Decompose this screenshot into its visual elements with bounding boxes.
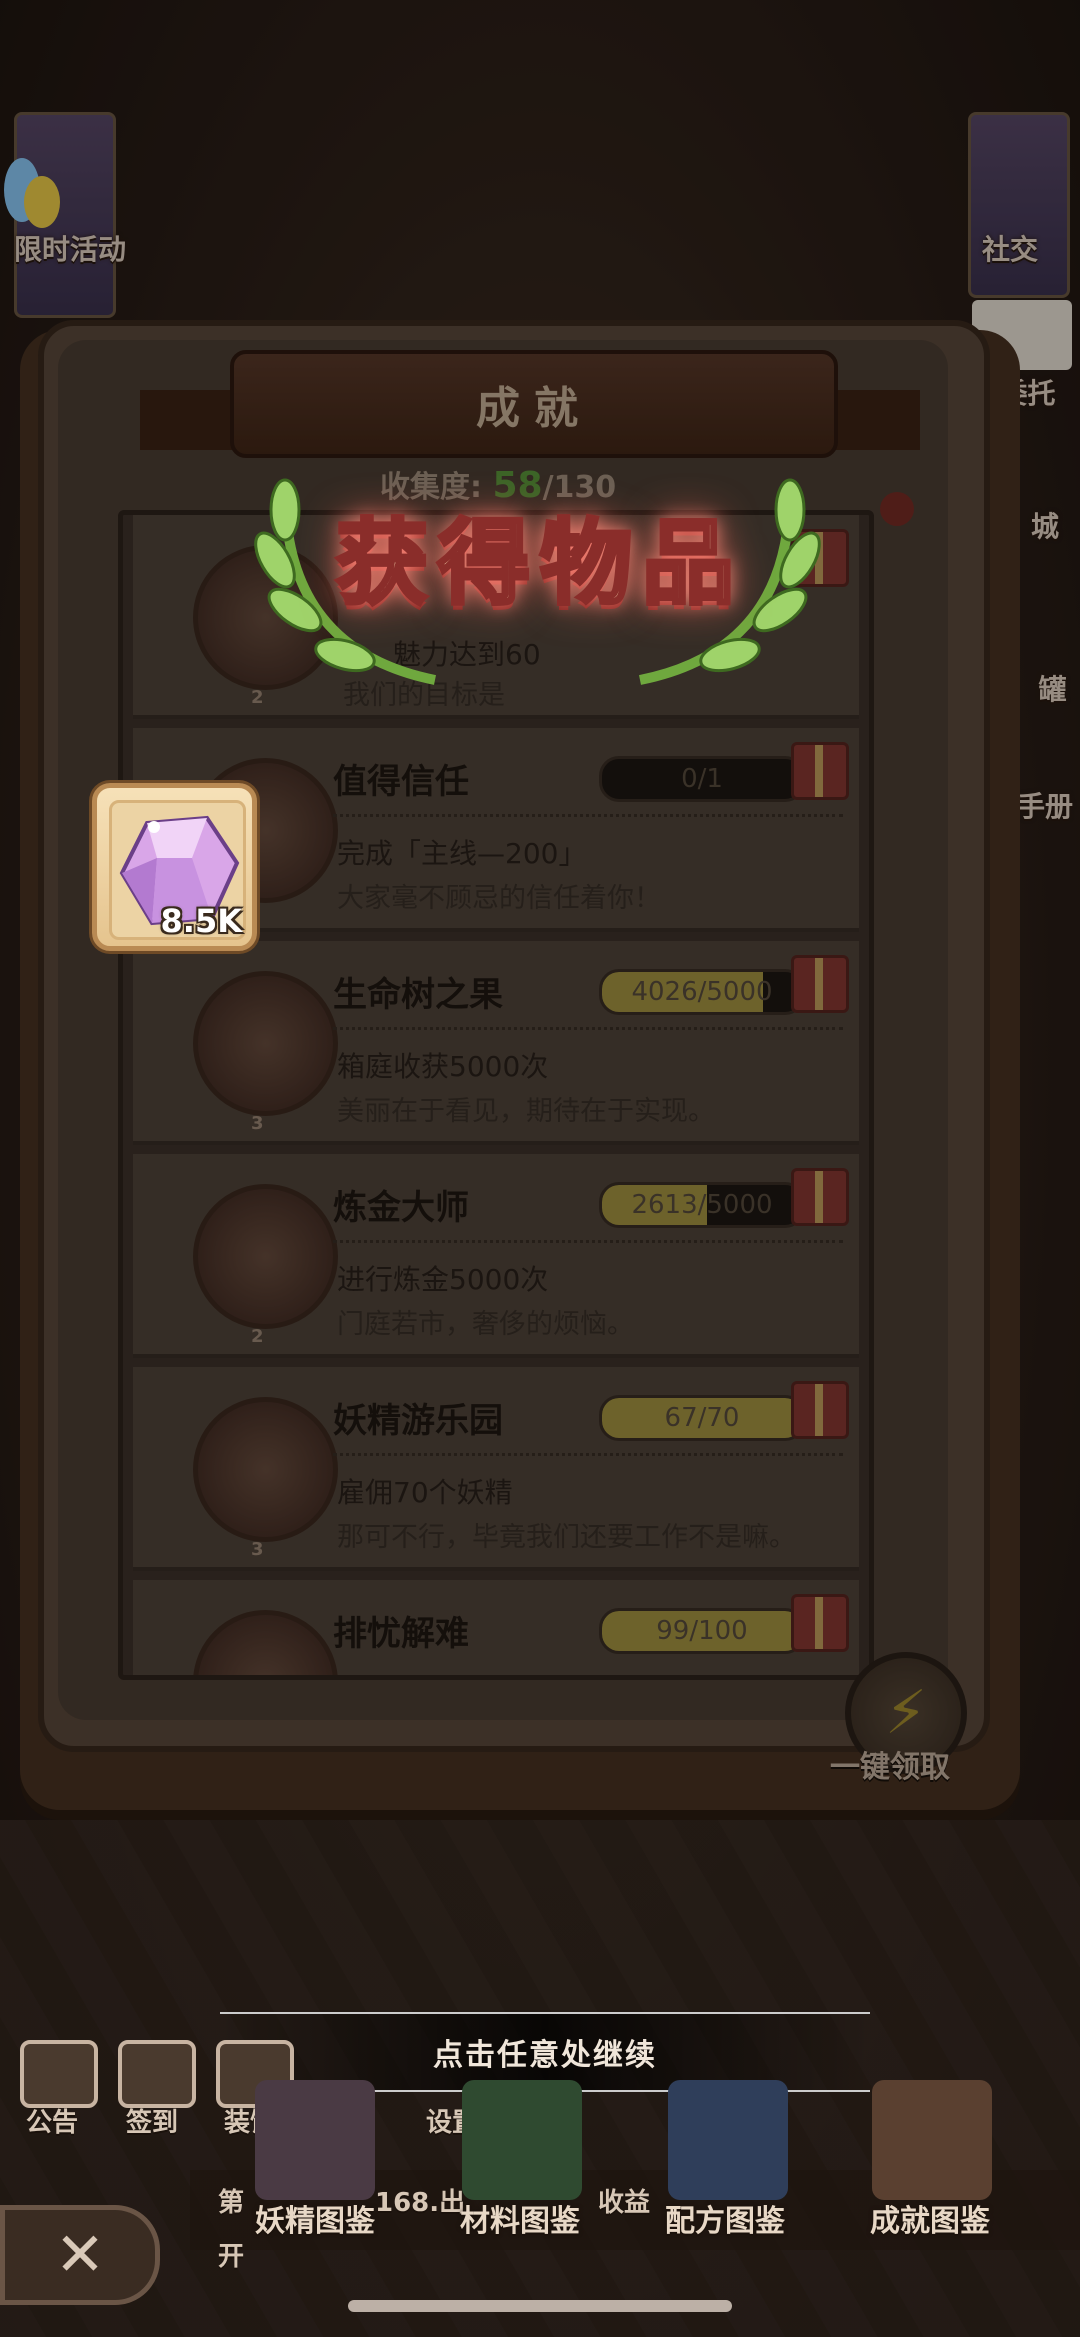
home-indicator[interactable] <box>348 2300 732 2312</box>
modal-dim[interactable] <box>0 0 1080 2337</box>
recipe-book-label[interactable]: 配方图鉴 <box>665 2196 785 2240</box>
obtain-item-title: 获得物品 <box>300 500 780 619</box>
fairy-book-icon[interactable] <box>255 2080 375 2200</box>
material-book-icon[interactable] <box>462 2080 582 2200</box>
close-icon: ✕ <box>54 2220 106 2290</box>
recipe-book-icon[interactable] <box>668 2080 788 2200</box>
material-book-label[interactable]: 材料图鉴 <box>460 2196 580 2240</box>
obtain-title-text: 获得物品 <box>334 508 744 619</box>
notice-label[interactable]: 公告 <box>26 2102 78 2139</box>
checkin-label[interactable]: 签到 <box>126 2102 178 2139</box>
achievement-book-icon[interactable] <box>872 2080 992 2200</box>
close-button[interactable]: ✕ <box>0 2205 160 2305</box>
bottom-fragment-right: 收益 <box>598 2188 651 2218</box>
checkin-icon[interactable] <box>118 2040 196 2108</box>
reward-item-count: 8.5K <box>160 902 242 940</box>
notice-icon[interactable] <box>20 2040 98 2108</box>
tap-to-continue-text: 点击任意处继续 <box>433 2038 657 2073</box>
bottom-fragment-mid: 168.出 <box>375 2188 466 2218</box>
bottom-fragment-open: 开 <box>218 2242 245 2272</box>
bottom-fragment-left: 第 <box>218 2188 245 2218</box>
achievement-book-label[interactable]: 成就图鉴 <box>870 2196 990 2240</box>
fairy-book-label[interactable]: 妖精图鉴 <box>255 2196 375 2240</box>
reward-item-card[interactable]: 8.5K <box>92 783 257 951</box>
